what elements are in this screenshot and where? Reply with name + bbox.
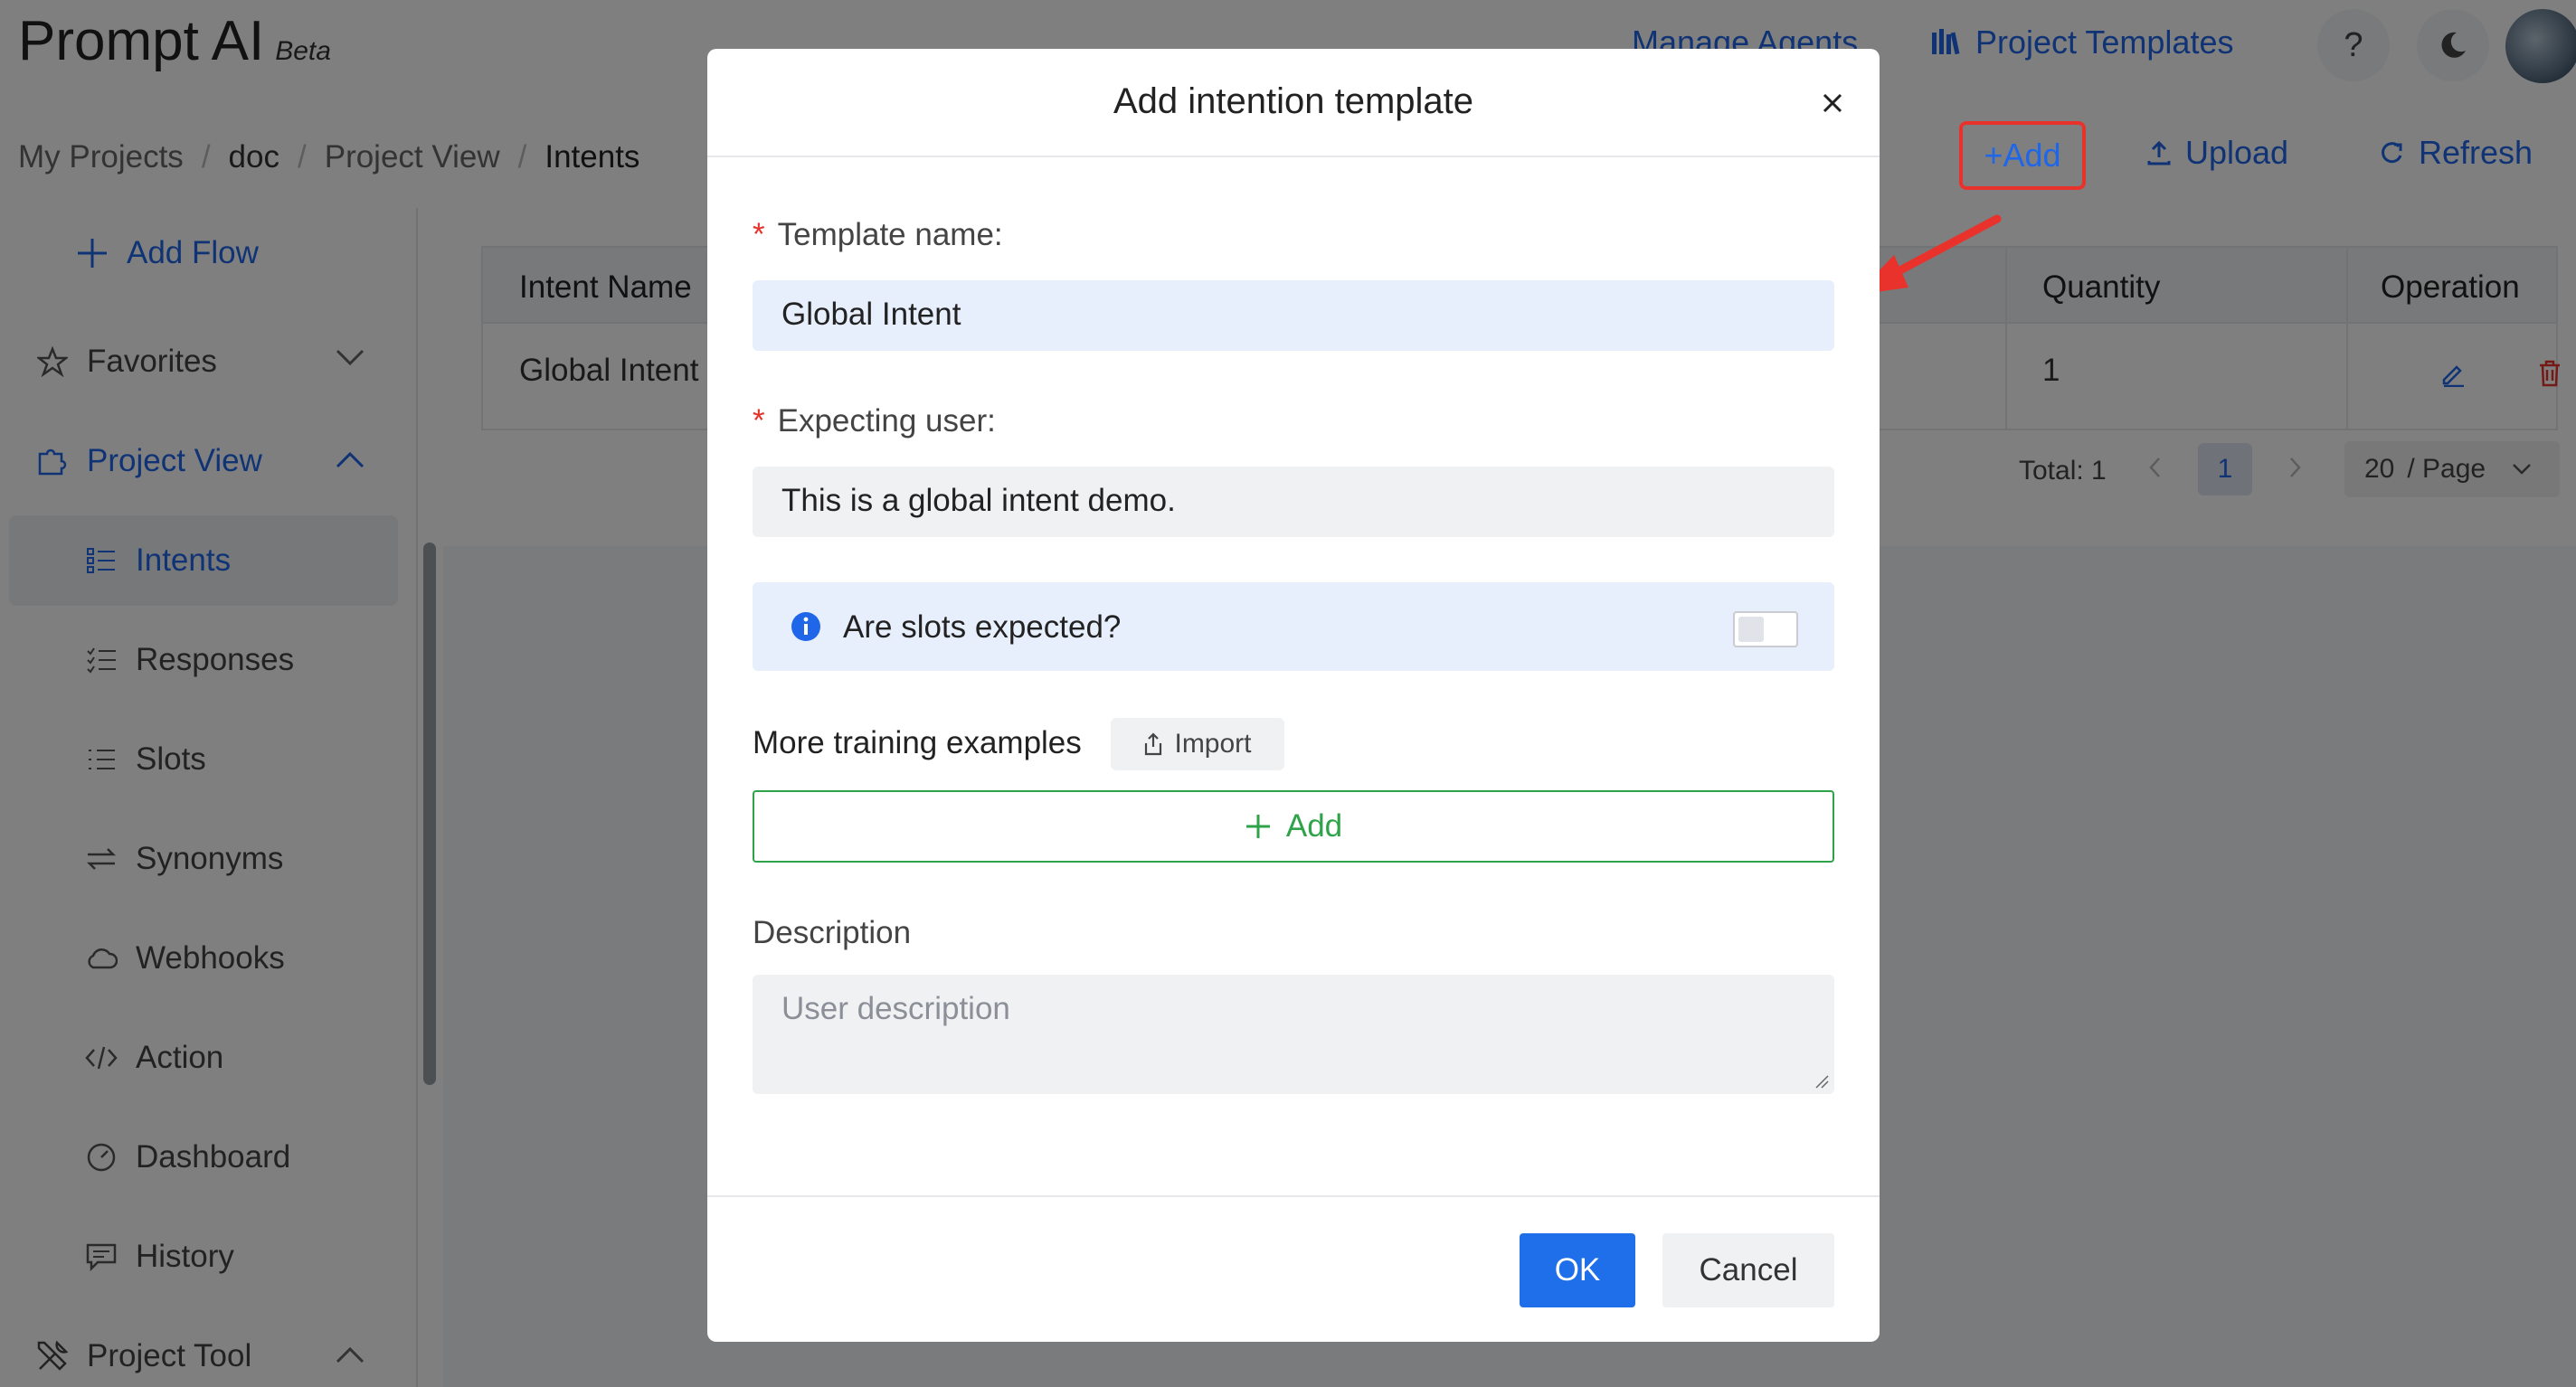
dialog-header: Add intention template: [707, 49, 1880, 157]
required-mark: *: [753, 217, 765, 252]
upload-icon: [1143, 732, 1163, 756]
info-icon: [791, 611, 821, 642]
more-training-examples-label: More training examples: [753, 725, 1082, 760]
add-example-button[interactable]: Add: [753, 790, 1834, 863]
add-button[interactable]: +Add: [1959, 121, 2086, 190]
add-intention-template-dialog: Add intention template * Template name: G…: [707, 49, 1880, 1342]
slots-expected-toggle[interactable]: [1733, 611, 1798, 647]
add-example-label: Add: [1285, 808, 1343, 844]
close-button[interactable]: [1811, 81, 1854, 125]
import-label: Import: [1174, 729, 1252, 759]
ok-button[interactable]: OK: [1520, 1233, 1635, 1307]
import-button[interactable]: Import: [1111, 718, 1284, 770]
slots-expected-label: Are slots expected?: [843, 609, 1122, 645]
description-textarea[interactable]: User description: [753, 975, 1834, 1094]
required-mark: *: [753, 403, 765, 439]
expecting-user-label-text: Expecting user:: [777, 403, 996, 439]
close-icon: [1822, 92, 1843, 114]
expecting-user-label: * Expecting user:: [753, 403, 996, 439]
plus-icon: [1245, 813, 1272, 840]
add-label: +Add: [1984, 137, 2061, 174]
template-name-input[interactable]: Global Intent: [753, 280, 1834, 351]
slots-expected-row: Are slots expected?: [753, 582, 1834, 671]
cancel-button[interactable]: Cancel: [1662, 1233, 1834, 1307]
dialog-footer: OK Cancel: [707, 1195, 1880, 1342]
expecting-user-input[interactable]: This is a global intent demo.: [753, 467, 1834, 537]
dialog-title: Add intention template: [1113, 81, 1474, 121]
toggle-knob: [1738, 617, 1764, 642]
description-label: Description: [753, 915, 912, 950]
template-name-label-text: Template name:: [777, 217, 1003, 252]
template-name-label: * Template name:: [753, 217, 1003, 253]
description-placeholder: User description: [781, 991, 1010, 1026]
resize-handle-icon[interactable]: [1814, 1074, 1829, 1089]
